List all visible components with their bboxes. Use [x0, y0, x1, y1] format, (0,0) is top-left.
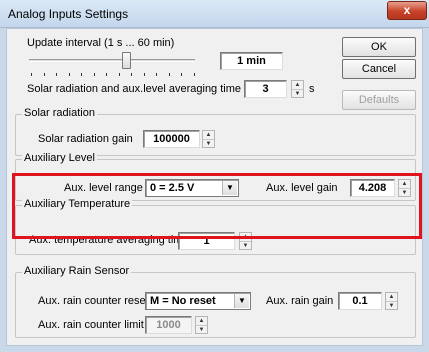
slider-tick [168, 73, 170, 76]
slider-tick [143, 73, 145, 76]
dialog-body: Update interval (1 s ... 60 min) 1 min S… [6, 28, 423, 346]
solar-gain-label: Solar radiation gain [38, 133, 133, 145]
averaging-time-stepper[interactable]: ▲ ▼ [291, 80, 304, 98]
auxiliary-rain-title: Auxiliary Rain Sensor [22, 265, 132, 277]
aux-rain-reset-label: Aux. rain counter reset [38, 295, 149, 307]
solar-gain-stepper[interactable]: ▲ ▼ [202, 130, 215, 148]
aux-rain-reset-value: M = No reset [150, 295, 216, 307]
update-interval-label: Update interval (1 s ... 60 min) [27, 37, 175, 49]
slider-tick [181, 73, 182, 76]
slider-tick [31, 73, 32, 76]
slider-tick [93, 73, 95, 76]
slider-tick [156, 73, 157, 76]
spin-down-icon[interactable]: ▼ [386, 301, 397, 309]
averaging-time-field[interactable]: 3 [244, 80, 287, 98]
spin-up-icon[interactable]: ▲ [386, 293, 397, 301]
slider-tick [193, 73, 195, 76]
ok-button[interactable]: OK [342, 37, 416, 57]
cancel-button[interactable]: Cancel [342, 59, 416, 79]
spin-up-icon[interactable]: ▲ [196, 317, 207, 325]
title-bar: Analog Inputs Settings x [0, 0, 429, 28]
slider-tick [118, 73, 120, 76]
slider-tick [81, 73, 82, 76]
window-title: Analog Inputs Settings [8, 7, 129, 21]
averaging-unit: s [309, 83, 315, 95]
aux-rain-limit-label: Aux. rain counter limit [38, 319, 144, 331]
defaults-button[interactable]: Defaults [342, 90, 416, 110]
averaging-time-label: Solar radiation and aux.level averaging … [27, 83, 242, 95]
aux-rain-gain-stepper[interactable]: ▲ ▼ [385, 292, 398, 310]
close-button[interactable]: x [387, 1, 427, 20]
spin-down-icon[interactable]: ▼ [203, 139, 214, 147]
aux-rain-reset-select[interactable]: M = No reset ▼ [145, 292, 251, 310]
spin-up-icon[interactable]: ▲ [203, 131, 214, 139]
aux-rain-limit-stepper[interactable]: ▲ ▼ [195, 316, 208, 334]
auxiliary-level-title: Auxiliary Level [22, 152, 97, 164]
aux-rain-limit-field[interactable]: 1000 [145, 316, 192, 334]
solar-radiation-title: Solar radiation [22, 107, 97, 119]
aux-rain-gain-field[interactable]: 0.1 [338, 292, 382, 310]
update-interval-slider-thumb[interactable] [122, 52, 131, 69]
slider-tick [56, 73, 57, 76]
update-interval-slider-track[interactable] [29, 59, 195, 62]
spin-down-icon[interactable]: ▼ [240, 241, 251, 249]
solar-gain-field[interactable]: 100000 [143, 130, 200, 148]
slider-tick [131, 73, 132, 76]
slider-tick [68, 73, 70, 76]
spin-down-icon[interactable]: ▼ [292, 89, 303, 97]
chevron-down-icon[interactable]: ▼ [234, 294, 249, 308]
spin-down-icon[interactable]: ▼ [196, 325, 207, 333]
aux-rain-gain-label: Aux. rain gain [266, 295, 334, 307]
spin-up-icon[interactable]: ▲ [292, 81, 303, 89]
highlight-frame [12, 173, 422, 239]
slider-tick [43, 73, 45, 76]
update-interval-field[interactable]: 1 min [220, 52, 283, 70]
slider-tick [106, 73, 107, 76]
